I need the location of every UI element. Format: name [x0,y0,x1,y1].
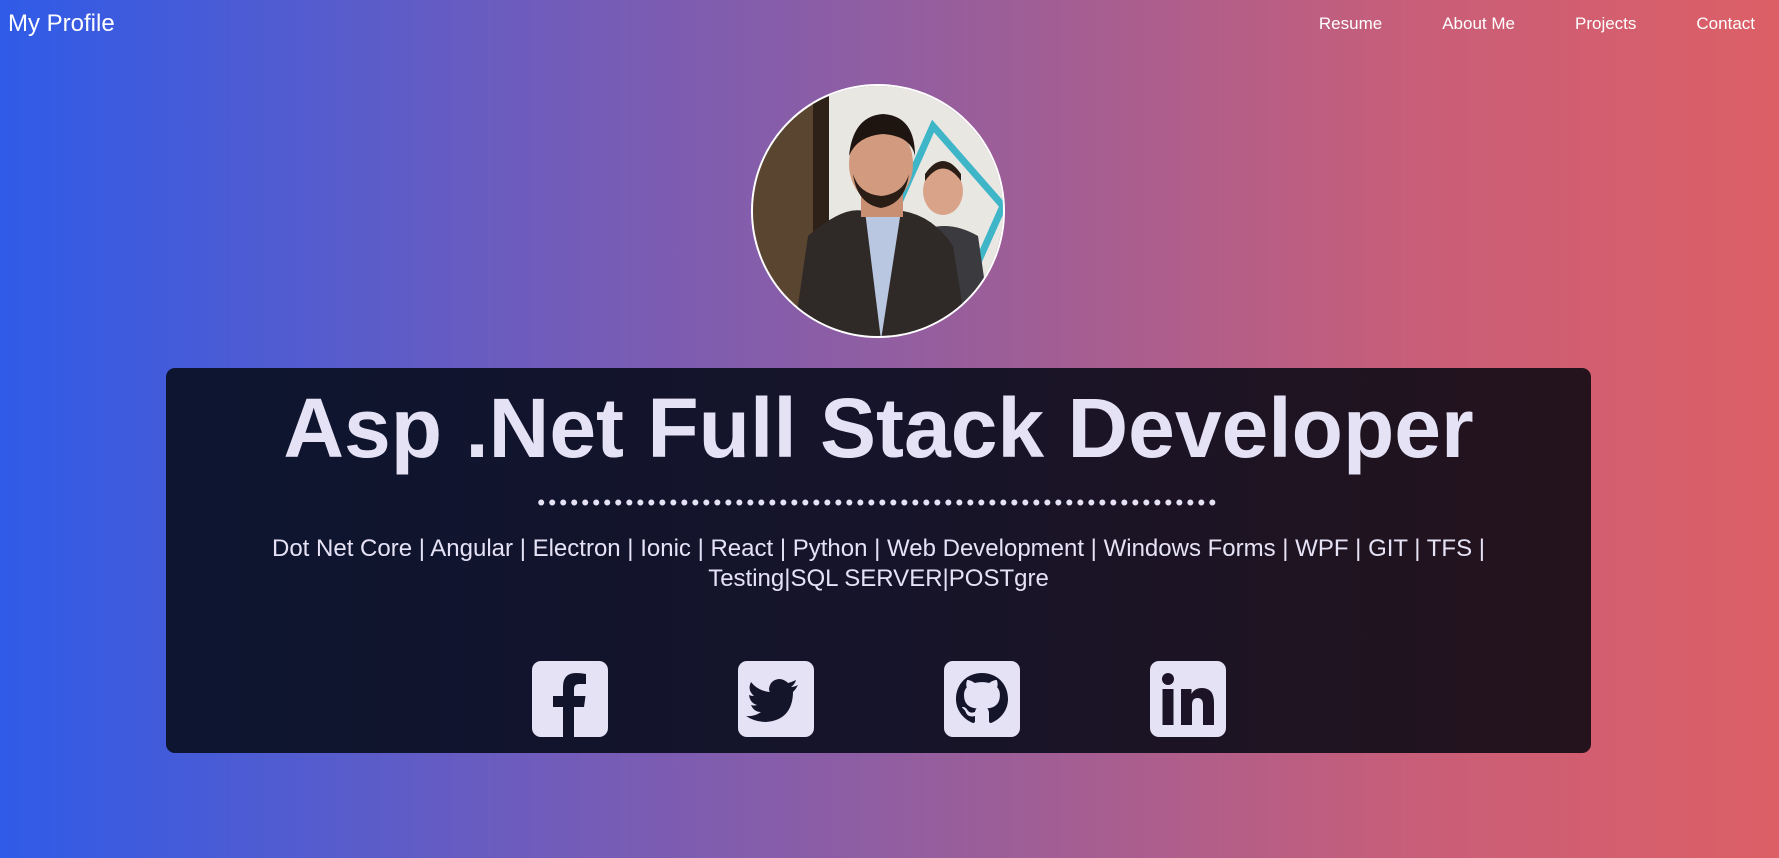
dotted-divider: ••••••••••••••••••••••••••••••••••••••••… [537,490,1220,516]
github-icon [955,673,1008,723]
brand-link[interactable]: My Profile [8,10,115,38]
twitter-link[interactable] [737,661,814,737]
nav-link-resume[interactable]: Resume [1319,14,1382,34]
nav-link-projects[interactable]: Projects [1575,14,1636,34]
nav-link-contact[interactable]: Contact [1696,14,1755,34]
facebook-icon [552,673,586,737]
hero-card: Asp .Net Full Stack Developer ••••••••••… [166,368,1591,753]
profile-avatar [751,84,1005,338]
linkedin-icon [1161,673,1214,725]
skills-list: Dot Net Core | Angular | Electron | Ioni… [272,535,1485,593]
nav-links: Resume About Me Projects Contact [1259,14,1755,34]
social-links [166,661,1591,737]
twitter-icon [745,679,798,722]
hero-title: Asp .Net Full Stack Developer [283,381,1474,475]
facebook-link[interactable] [531,661,608,737]
profile-photo [753,86,1003,336]
nav-link-about-me[interactable]: About Me [1442,14,1515,34]
navbar: My Profile Resume About Me Projects Cont… [0,0,1779,48]
linkedin-link[interactable] [1149,661,1226,737]
github-link[interactable] [943,661,1020,737]
